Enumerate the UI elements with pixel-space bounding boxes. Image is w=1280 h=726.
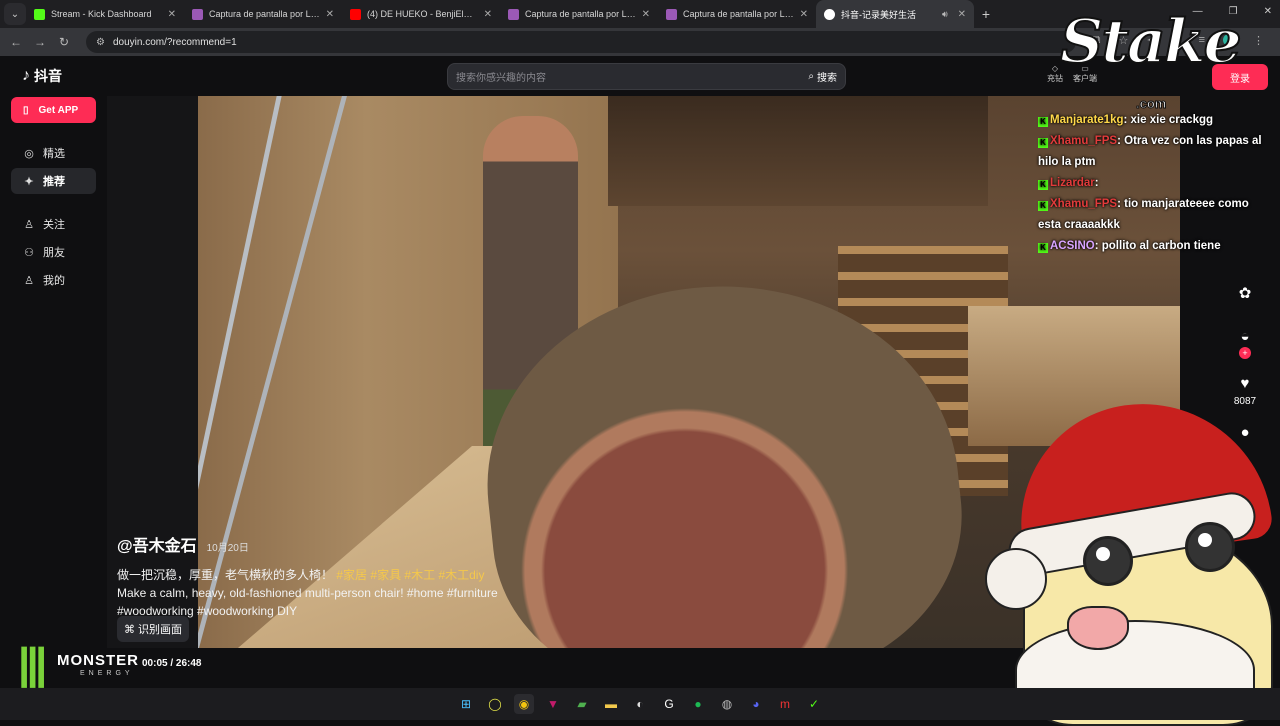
folder-icon[interactable]: ▬ [601,694,621,714]
lightshot-icon [666,8,677,20]
cat-eye-right [1185,522,1235,572]
nav-item-friends[interactable]: ⚇ 朋友 [11,239,96,265]
tab-douyin[interactable]: 抖音-记录美好生活 🔊︎ ✕ [816,0,974,28]
app-icon[interactable]: m [775,694,795,714]
translation-line: Make a calm, heavy, old-fashioned multi-… [117,586,498,600]
site-info-icon[interactable]: ⚙ [96,37,105,48]
author-name[interactable]: @吾木金石 [117,532,197,556]
new-tab-button[interactable]: + [974,6,998,22]
search-icon: ⌕ [808,71,814,82]
kick-icon[interactable]: ✓ [804,694,824,714]
discord-icon[interactable]: ◕ [746,694,766,714]
workshop-shelf [608,96,988,206]
kick-badge-icon: K [1038,180,1048,190]
nav-item-featured[interactable]: ◎ 精选 [11,140,96,166]
spotify-icon[interactable]: ● [688,694,708,714]
nav-item-recommend[interactable]: ✦ 推荐 [11,168,96,194]
youtube-icon [350,8,361,20]
url-field[interactable]: ⚙ douyin.com/?recommend=1 [86,31,1076,53]
close-icon[interactable]: ✕ [642,9,650,20]
chrome-icon[interactable]: ◉ [514,694,534,714]
heart-icon: ♥ [1240,375,1250,392]
stake-logo: Stake [1059,7,1243,77]
chat-message: K Manjarate1kg: xie xie crackgg [1038,110,1274,131]
author-avatar[interactable]: ◒ + [1226,328,1264,359]
steam-icon[interactable]: ◍ [717,694,737,714]
search-button[interactable]: ⌕ 搜索 [808,69,845,84]
hashtag[interactable]: #木工diy [438,568,484,582]
tab-lightshot-1[interactable]: Captura de pantalla por Lightsh ✕ [184,0,342,28]
close-icon[interactable]: ✕ [168,9,176,20]
avatar: ◒ [1240,328,1250,345]
app-icon[interactable]: ◯ [485,694,505,714]
lightshot-icon [192,8,203,20]
tab-lightshot-2[interactable]: Captura de pantalla por Lightsh ✕ [500,0,658,28]
douyin-icon [824,8,835,20]
close-icon[interactable]: ✕ [326,9,334,20]
kick-icon [34,8,45,20]
cat-santa-mascot [985,387,1280,726]
douyin-logo[interactable]: ♪ 抖音 [22,66,62,86]
stream-chat-overlay: K Manjarate1kg: xie xie crackgg K Xhamu_FP… [1038,110,1274,257]
chat-message: K Lizardar: [1038,173,1274,194]
close-window-icon[interactable]: ✕ [1264,6,1272,17]
video-description: 做一把沉稳，厚重，老气横秋的多人椅！ #家居 #家具 #木工 #木工diy Ma… [117,568,498,618]
app-icon[interactable]: ▰ [572,694,592,714]
obs-icon[interactable]: ◐ [630,694,650,714]
chat-message: K Xhamu_FPS: Otra vez con las papas al hi… [1038,135,1262,168]
nav-item-follow[interactable]: ♙ 关注 [11,211,96,237]
playback-time: 00:05 / 26:48 [142,658,202,669]
santa-hat-pompom [985,548,1047,610]
reload-icon[interactable]: ↻ [52,35,76,49]
back-icon[interactable]: ← [4,35,28,49]
windows-start-icon[interactable]: ⊞ [456,694,476,714]
recognize-button[interactable]: ⌘ 识别画面 [117,616,189,642]
scan-icon: ⌘ [124,623,135,636]
kick-badge-icon: K [1038,243,1048,253]
post-date: 10月20日 [206,543,249,554]
sparkle-icon: ✦ [24,175,34,188]
follow-plus-icon[interactable]: + [1239,347,1251,359]
tab-youtube[interactable]: (4) DE HUEKO - BenjiElMaloPali ✕ [342,0,500,28]
app-icon[interactable]: ▼ [543,694,563,714]
smart-icon: ✿ [1238,285,1252,302]
cat-eye-left [1083,536,1133,586]
tab-kick-dashboard[interactable]: Stream - Kick Dashboard ✕ [26,0,184,28]
compass-icon: ◎ [24,147,34,160]
get-app-button[interactable]: ▯ Get APP [11,97,96,123]
douyin-note-icon: ♪ [22,67,30,84]
speaker-icon[interactable]: 🔊︎ [942,9,948,20]
close-icon[interactable]: ✕ [958,9,966,20]
tab-search-icon[interactable]: ⌄ [4,3,26,25]
close-icon[interactable]: ✕ [800,9,808,20]
chat-message: K Xhamu_FPS: tio manjarateeee como esta c… [1038,198,1249,231]
hashtag[interactable]: #家具 [370,568,401,582]
hashtag[interactable]: #家居 [336,568,367,582]
app-icon[interactable]: G [659,694,679,714]
video-info: @吾木金石 10月20日 做一把沉稳，厚重，老气横秋的多人椅！ #家居 #家具 … [117,532,587,620]
user-icon: ♙ [24,274,34,287]
follow-icon: ♙ [24,218,34,231]
kick-badge-icon: K [1038,117,1048,127]
lightshot-icon [508,8,519,20]
stake-logo-domain: .com [1135,96,1167,112]
kick-badge-icon: K [1038,138,1048,148]
forward-icon[interactable]: → [28,35,52,49]
hashtag[interactable]: #木工 [404,568,435,582]
windows-taskbar: ⊞ ◯ ◉ ▼ ▰ ▬ ◐ G ● ◍ ◕ m ✓ [0,688,1280,720]
friends-icon: ⚇ [24,246,34,259]
more-icon[interactable]: ⋮ [1253,34,1264,47]
nav-item-mine[interactable]: ♙ 我的 [11,267,96,293]
avatar-follow[interactable]: ✿ [1226,284,1264,302]
search-input[interactable]: 搜索你感兴趣的内容 ⌕ 搜索 [447,63,846,90]
close-icon[interactable]: ✕ [484,9,492,20]
kick-badge-icon: K [1038,201,1048,211]
tab-lightshot-3[interactable]: Captura de pantalla por Lightsh ✕ [658,0,816,28]
cat-nose [1067,606,1129,650]
phone-icon: ▯ [23,104,29,116]
chat-message: K ACSINO: pollito al carbon tiene [1038,236,1274,257]
